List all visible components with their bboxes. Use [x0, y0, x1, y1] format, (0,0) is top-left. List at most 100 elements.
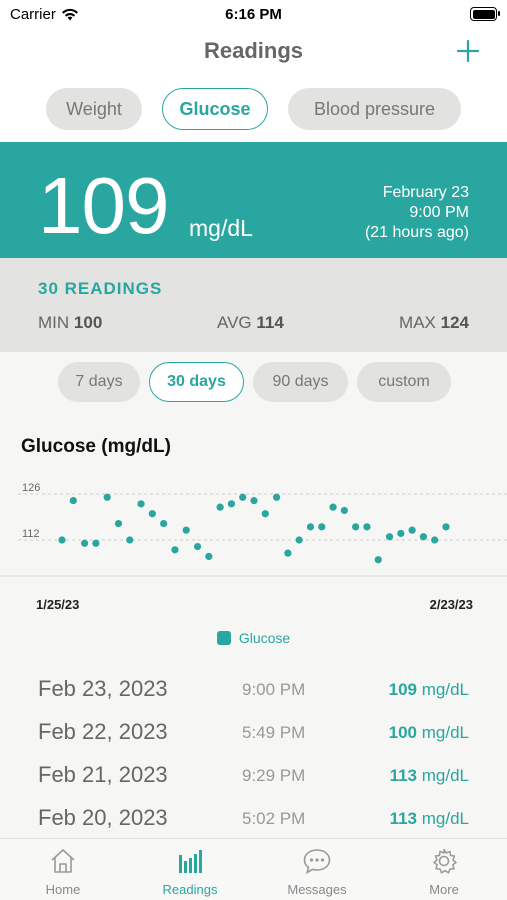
data-point	[318, 523, 326, 531]
latest-time: 9:00 PM	[409, 204, 469, 221]
data-point	[160, 519, 168, 528]
y-tick-label: 126	[22, 482, 40, 494]
latest-reading-card: 109 mg/dL February 23 9:00 PM (21 hours …	[0, 142, 507, 258]
data-point	[408, 526, 416, 534]
data-point	[239, 493, 247, 501]
tab-messages[interactable]: Messages	[254, 839, 380, 900]
legend-swatch	[216, 631, 231, 645]
tab-readings[interactable]: Readings	[127, 839, 253, 900]
range-30-days[interactable]: 30 days	[149, 362, 244, 402]
data-point	[58, 536, 66, 544]
max-label: MAX	[399, 313, 436, 332]
reading-row[interactable]: Feb 21, 2023 9:29 PM 113 mg/dL	[0, 754, 507, 797]
reading-unit: mg/dL	[421, 809, 469, 828]
range-90-days[interactable]: 90 days	[253, 362, 348, 402]
reading-time: 5:02 PM	[242, 809, 306, 828]
latest-timestamp: February 23 9:00 PM (21 hours ago)	[365, 183, 469, 243]
tab-blood-pressure[interactable]: Blood pressure	[288, 88, 461, 130]
max-stat: MAX 124	[399, 313, 469, 333]
reading-row[interactable]: Feb 20, 2023 5:02 PM 113 mg/dL	[0, 797, 507, 840]
reading-number: 113	[389, 766, 418, 785]
data-point	[205, 552, 213, 561]
status-bar: Carrier 6:16 PM	[0, 0, 507, 30]
tab-more[interactable]: More	[381, 839, 507, 900]
x-axis-end-label: 2/23/23	[429, 597, 473, 612]
data-point	[295, 536, 303, 544]
y-tick-label: 112	[22, 528, 40, 540]
data-point	[442, 523, 450, 531]
chat-bubble-icon	[303, 849, 331, 875]
reading-time: 9:29 PM	[242, 766, 306, 785]
data-point	[284, 549, 292, 557]
reading-date: Feb 21, 2023	[38, 762, 168, 787]
latest-date: February 23	[382, 184, 469, 201]
bar-chart-icon	[179, 850, 202, 873]
data-point	[272, 493, 281, 501]
latest-relative-time: (21 hours ago)	[364, 224, 469, 241]
data-point	[431, 536, 439, 544]
summary-stats: 30 READINGS MIN 100 AVG 114 MAX 124	[0, 258, 507, 352]
reading-time: 9:00 PM	[242, 680, 306, 699]
data-point	[103, 493, 111, 501]
reading-date: Feb 22, 2023	[38, 719, 168, 744]
max-value: 124	[440, 313, 469, 332]
data-point	[182, 526, 190, 534]
tab-readings-label: Readings	[162, 882, 218, 897]
latest-value: 109	[38, 161, 169, 250]
chart-legend: Glucose	[0, 630, 507, 646]
data-point	[261, 510, 269, 518]
range-7-days[interactable]: 7 days	[58, 362, 140, 402]
min-label: MIN	[38, 313, 70, 332]
date-range-tabs: 7 days 30 days 90 days custom	[0, 352, 507, 412]
data-point	[329, 503, 337, 511]
data-point	[352, 523, 360, 531]
data-point	[397, 529, 405, 538]
glucose-scatter-chart: 126 112	[0, 482, 507, 577]
data-point	[363, 523, 371, 531]
data-point	[340, 506, 348, 515]
reading-value: 109 mg/dL	[389, 680, 469, 700]
data-point	[385, 533, 394, 541]
tab-more-label: More	[429, 882, 459, 897]
reading-value: 113 mg/dL	[390, 766, 469, 786]
avg-stat: AVG 114	[217, 313, 284, 333]
reading-time: 5:49 PM	[242, 723, 306, 742]
tab-glucose[interactable]: Glucose	[162, 88, 268, 130]
min-stat: MIN 100	[38, 313, 102, 333]
reading-date: Feb 20, 2023	[38, 805, 168, 830]
data-point	[216, 503, 224, 511]
range-custom[interactable]: custom	[357, 362, 451, 402]
navigation-bar: Readings	[0, 30, 507, 76]
reading-row[interactable]: Feb 22, 2023 5:49 PM 100 mg/dL	[0, 711, 507, 754]
reading-value: 113 mg/dL	[390, 809, 469, 829]
legend-label: Glucose	[238, 630, 291, 646]
avg-label: AVG	[217, 313, 252, 332]
data-point	[92, 539, 100, 547]
tab-weight[interactable]: Weight	[46, 88, 142, 130]
add-reading-button[interactable]	[451, 34, 485, 68]
reading-type-tabs: Weight Glucose Blood pressure	[0, 76, 507, 142]
page-title: Readings	[203, 38, 304, 63]
data-point	[227, 500, 236, 508]
reading-row[interactable]: Feb 23, 2023 9:00 PM 109 mg/dL	[0, 668, 507, 711]
data-point	[126, 536, 134, 544]
data-point	[80, 539, 89, 547]
tab-messages-label: Messages	[287, 882, 347, 897]
house-icon	[51, 849, 75, 873]
x-axis-start-label: 1/25/23	[36, 597, 80, 612]
reading-value: 100 mg/dL	[389, 723, 469, 743]
reading-unit: mg/dL	[421, 680, 469, 699]
data-point	[171, 546, 179, 554]
reading-number: 109	[388, 680, 418, 699]
min-value: 100	[73, 313, 103, 332]
reading-number: 100	[388, 723, 418, 742]
tab-home[interactable]: Home	[0, 839, 126, 900]
chart-title: Glucose (mg/dL)	[21, 436, 171, 457]
clock: 6:16 PM	[225, 6, 282, 23]
data-point	[69, 496, 77, 505]
reading-date: Feb 23, 2023	[38, 676, 168, 701]
data-point	[374, 556, 382, 564]
data-point	[193, 542, 202, 551]
data-point	[306, 523, 315, 531]
plus-icon	[456, 39, 480, 63]
